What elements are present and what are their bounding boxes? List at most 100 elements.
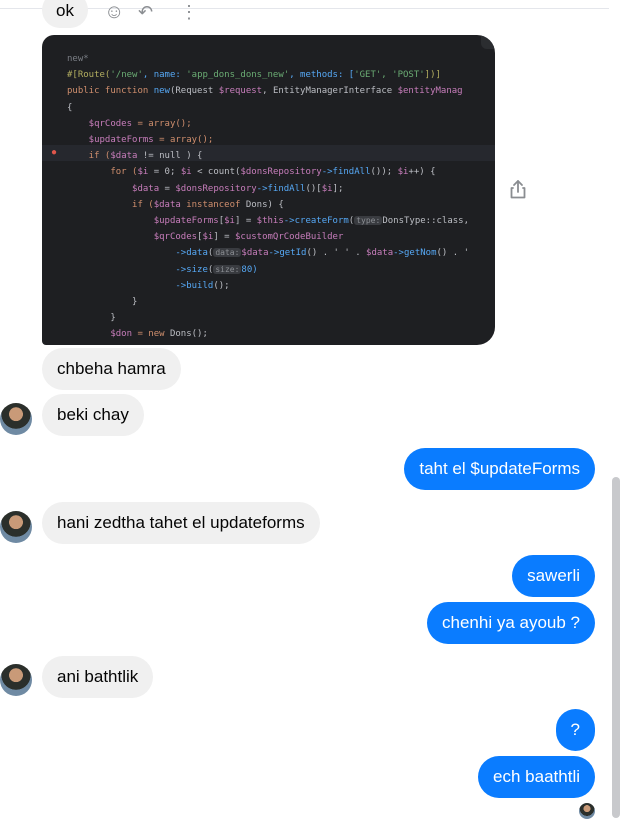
message-text: taht el $updateForms: [419, 459, 580, 478]
code-screenshot-image[interactable]: ● new* #[Route('/new', name: 'app_dons_d…: [42, 35, 495, 345]
code-token: {: [67, 102, 73, 113]
code-token: $qrCodes: [67, 118, 133, 129]
image-corner: [481, 35, 495, 49]
code-token: () . ' ' .: [306, 248, 367, 259]
code-token: (Request: [169, 86, 219, 97]
code-token: $data: [241, 248, 269, 259]
scrollbar-thumb[interactable]: [612, 477, 620, 818]
code-token: $i: [224, 216, 235, 227]
code-token: $qrCodes: [67, 232, 198, 243]
top-divider: [0, 8, 623, 9]
code-token: ()[: [305, 183, 322, 194]
code-token: '/new': [110, 70, 143, 81]
message-text: ?: [570, 720, 580, 739]
code-token: DonsType::class,: [382, 216, 470, 227]
message-hani[interactable]: hani zedtha tahet el updateforms: [42, 502, 320, 544]
code-token: ->getId: [268, 248, 307, 259]
code-token: < count(: [191, 167, 241, 178]
code-token: $donsRepository: [175, 183, 257, 194]
code-tab: new: [67, 54, 84, 64]
code-token: }: [67, 313, 116, 324]
code-token: , name:: [142, 70, 187, 81]
code-token: ->createForm: [283, 216, 349, 227]
code-token: = new: [132, 329, 170, 340]
message-text: ani bathtlik: [57, 667, 139, 686]
message-text: sawerli: [527, 566, 580, 585]
code-token: ->build: [67, 280, 214, 291]
code-token: if (: [67, 199, 154, 210]
code-token: ->getNom: [393, 248, 437, 259]
code-token: , methods: [: [289, 70, 355, 81]
code-token: $data: [366, 248, 394, 259]
code-token: $entityManag: [397, 86, 463, 97]
message-taht[interactable]: taht el $updateForms: [404, 448, 595, 490]
code-token: = 0;: [148, 167, 181, 178]
code-token: != null ) {: [137, 151, 203, 162]
message-sawerli[interactable]: sawerli: [512, 555, 595, 597]
code-token: Dons) {: [245, 199, 284, 210]
code-hint: size:: [213, 264, 242, 274]
more-icon[interactable]: ⋮: [180, 2, 198, 22]
code-token: $updateForms: [67, 216, 219, 227]
code-token: ] =: [213, 232, 235, 243]
code-token: ])]: [424, 70, 441, 81]
code-hint: data:: [213, 248, 242, 258]
code-token: = array();: [153, 135, 214, 146]
code-token: $data: [67, 183, 160, 194]
code-token: new: [153, 86, 170, 97]
avatar[interactable]: [0, 511, 32, 543]
code-content: new* #[Route('/new', name: 'app_dons_don…: [67, 54, 470, 340]
message-chbeha[interactable]: chbeha hamra: [42, 348, 181, 390]
code-token: $updateForms: [67, 135, 154, 146]
message-ech[interactable]: ech baathtli: [478, 756, 595, 798]
code-token: =: [159, 183, 176, 194]
message-text: beki chay: [57, 405, 129, 424]
code-token: ());: [370, 167, 398, 178]
code-token: $donsRepository: [240, 167, 322, 178]
code-token: ->data: [67, 248, 208, 259]
code-token: ];: [332, 183, 344, 194]
code-token: ();: [213, 280, 230, 291]
code-token: if (: [67, 151, 111, 162]
code-token: $i: [180, 167, 192, 178]
code-token: ++) {: [408, 167, 436, 178]
code-token: 'app_dons_dons_new': [186, 70, 290, 81]
message-ok[interactable]: ok: [42, 0, 88, 28]
code-token: , EntityManagerInterface: [262, 86, 398, 97]
code-hint: type:: [354, 216, 383, 226]
code-token: instanceof: [180, 199, 246, 210]
avatar[interactable]: [0, 664, 32, 696]
message-ani[interactable]: ani bathtlik: [42, 656, 154, 698]
code-token: $data: [153, 199, 181, 210]
code-token: 80): [241, 264, 258, 275]
reply-icon[interactable]: ↶: [138, 2, 153, 22]
message-chenhi[interactable]: chenhi ya ayoub ?: [427, 602, 595, 644]
code-token: $i: [321, 183, 333, 194]
code-token: public function: [67, 86, 154, 97]
code-token: $i: [137, 167, 149, 178]
code-token: ->size: [67, 264, 208, 275]
code-token: $this: [256, 216, 284, 227]
avatar[interactable]: [0, 403, 32, 435]
code-token: 'GET', 'POST': [354, 70, 425, 81]
code-token: }: [67, 297, 138, 308]
smiley-icon[interactable]: ☺: [104, 2, 124, 22]
message-beki[interactable]: beki chay: [42, 394, 144, 436]
code-token: ->findAll: [256, 183, 306, 194]
code-token: $customQrCodeBuilder: [235, 232, 344, 243]
code-token: ->findAll: [321, 167, 371, 178]
code-token: $don: [67, 329, 133, 340]
message-text: chenhi ya ayoub ?: [442, 613, 580, 632]
code-token: ] =: [234, 216, 257, 227]
code-token: $i: [397, 167, 409, 178]
seen-avatar: [579, 803, 595, 819]
message-question[interactable]: ?: [555, 709, 595, 751]
code-token: $request: [218, 86, 263, 97]
code-token: () . ': [436, 248, 470, 259]
code-token: Dons();: [169, 329, 208, 340]
message-text: ech baathtli: [493, 767, 580, 786]
share-icon[interactable]: [508, 178, 528, 200]
code-token: $i: [202, 232, 214, 243]
code-token: #[Route(: [67, 70, 111, 81]
code-token: = array();: [132, 118, 192, 129]
